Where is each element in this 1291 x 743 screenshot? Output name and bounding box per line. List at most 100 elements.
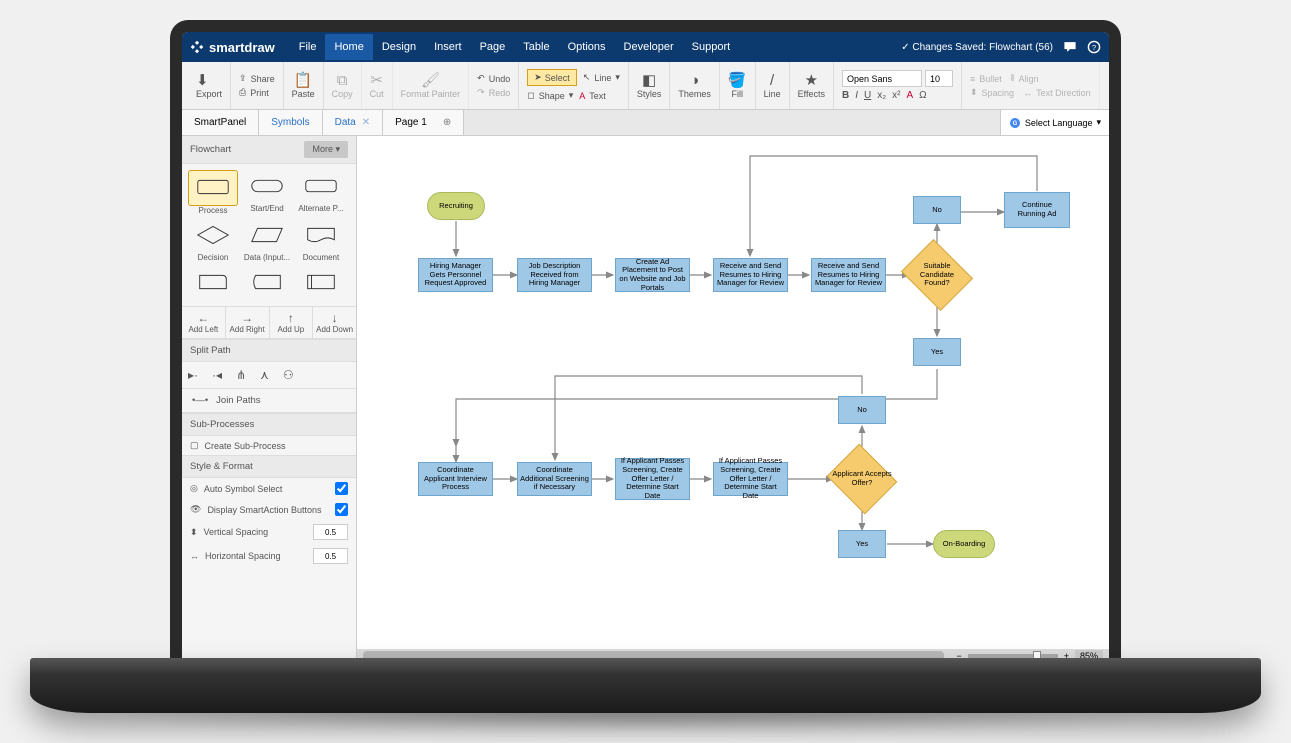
shape-extra1[interactable] — [188, 266, 238, 300]
spacing-button[interactable]: ⬍ Spacing ↔ Text Direction — [970, 86, 1091, 99]
node-p4[interactable]: Receive and Send Resumes to Hiring Manag… — [713, 258, 788, 292]
sub-process-icon: ▢ — [190, 440, 199, 451]
add-left-button[interactable]: ←Add Left — [182, 307, 226, 338]
shape-extra3[interactable] — [296, 266, 346, 300]
underline-button[interactable]: U — [864, 90, 871, 101]
node-p4c[interactable]: Receive and Send Resumes to Hiring Manag… — [811, 258, 886, 292]
superscript-button[interactable]: x² — [892, 90, 900, 101]
split-tree-icon[interactable]: ⚇ — [283, 368, 294, 382]
add-right-button[interactable]: →Add Right — [226, 307, 270, 338]
bullet-button[interactable]: ≡ Bullet ⫴ Align — [970, 72, 1039, 85]
node-onboard[interactable]: On-Boarding — [933, 530, 995, 558]
node-p1[interactable]: Hiring Manager Gets Personnel Request Ap… — [418, 258, 493, 292]
node-yes2[interactable]: Yes — [838, 530, 886, 558]
split-right-icon[interactable]: ▸· — [188, 368, 198, 382]
shape-decision[interactable]: Decision — [188, 219, 238, 262]
shape-start-end[interactable]: Start/End — [242, 170, 292, 215]
redo-icon: ↷ — [477, 87, 485, 98]
italic-button[interactable]: I — [855, 90, 858, 101]
menu-design[interactable]: Design — [373, 34, 425, 60]
ribbon-themes[interactable]: ◑ Themes — [670, 62, 720, 109]
display-sa-checkbox[interactable] — [335, 503, 348, 516]
split-left-icon[interactable]: ·◂ — [212, 368, 222, 382]
node-p7[interactable]: If Applicant Passes Screening, Create Of… — [615, 458, 690, 500]
tab-data[interactable]: Data✕ — [323, 110, 384, 135]
ribbon-copy[interactable]: ⧉ Copy — [324, 62, 362, 109]
shape-tool[interactable]: ◻Shape ▾ — [527, 89, 573, 102]
node-yes1[interactable]: Yes — [913, 338, 961, 366]
arrow-right-icon: → — [226, 311, 269, 325]
tab-symbols[interactable]: Symbols — [259, 110, 322, 135]
redo-button[interactable]: ↷Redo — [477, 86, 510, 99]
ribbon-line2[interactable]: / Line — [756, 62, 790, 109]
menu-home[interactable]: Home — [325, 34, 372, 60]
menu-file[interactable]: File — [290, 34, 326, 60]
node-p6[interactable]: Coordinate Additional Screening if Neces… — [517, 462, 592, 496]
menu-insert[interactable]: Insert — [425, 34, 471, 60]
shape-process[interactable]: Process — [188, 170, 238, 215]
text-tool[interactable]: AText — [579, 90, 606, 102]
node-p3[interactable]: Create Ad Placement to Post on Website a… — [615, 258, 690, 292]
menu-developer[interactable]: Developer — [615, 34, 683, 60]
shape-document[interactable]: Document — [296, 219, 346, 262]
menu-page[interactable]: Page — [471, 34, 515, 60]
select-tool[interactable]: ➤ Select — [527, 69, 577, 86]
join-paths-row[interactable]: •—• Join Paths — [182, 388, 356, 413]
node-recruiting[interactable]: Recruiting — [427, 192, 485, 220]
menu-support[interactable]: Support — [683, 34, 740, 60]
ribbon-styles[interactable]: ◧ Styles — [629, 62, 671, 109]
shape-alternate[interactable]: Alternate P... — [296, 170, 346, 215]
add-down-button[interactable]: ↓Add Down — [313, 307, 356, 338]
symbol-button[interactable]: Ω — [919, 90, 926, 101]
ribbon-effects[interactable]: ★ Effects — [790, 62, 834, 109]
h-spacing-icon: ↔ — [190, 551, 199, 561]
menu-options[interactable]: Options — [559, 34, 615, 60]
close-icon[interactable]: ✕ — [362, 117, 370, 128]
subscript-button[interactable]: x₂ — [877, 90, 886, 101]
ribbon-font-group: B I U x₂ x² A Ω — [834, 62, 962, 109]
add-up-button[interactable]: ↑Add Up — [270, 307, 314, 338]
fill-icon: 🪣 — [728, 73, 747, 88]
h-spacing-input[interactable] — [313, 548, 348, 564]
split-path-header: Split Path — [182, 339, 356, 362]
node-p2[interactable]: Job Description Received from Hiring Man… — [517, 258, 592, 292]
export-icon[interactable]: ⬇ — [196, 73, 209, 88]
print-button[interactable]: ⎙Print — [239, 86, 269, 99]
node-cont[interactable]: Continue Running Ad — [1004, 192, 1070, 228]
node-p7b[interactable]: If Applicant Passes Screening, Create Of… — [713, 462, 788, 496]
chevron-down-icon: ▾ — [1096, 117, 1101, 128]
split-y-icon[interactable]: ⋏ — [260, 368, 269, 382]
ribbon-cut[interactable]: ✂ Cut — [362, 62, 393, 109]
font-family-select[interactable] — [842, 70, 922, 87]
node-p5[interactable]: Coordinate Applicant Interview Process — [418, 462, 493, 496]
line-tool[interactable]: ↖Line ▾ — [583, 71, 620, 84]
undo-button[interactable]: ↶Undo — [477, 72, 510, 85]
font-color-button[interactable]: A — [906, 90, 913, 101]
ribbon-paste[interactable]: 📋 Paste — [284, 62, 324, 109]
help-icon[interactable]: ? — [1087, 40, 1101, 54]
bold-button[interactable]: B — [842, 90, 849, 101]
tab-page1[interactable]: Page 1⊕ — [383, 110, 464, 135]
ribbon: ⬇ Export ⇪Share ⎙Print 📋 Paste ⧉ Copy ✂ — [182, 62, 1109, 110]
shape-extra2[interactable] — [242, 266, 292, 300]
ribbon-format-painter[interactable]: 🖌 Format Painter — [393, 62, 470, 109]
more-button[interactable]: More ▾ — [304, 141, 348, 158]
shape-data[interactable]: Data (Input... — [242, 219, 292, 262]
v-spacing-input[interactable] — [313, 524, 348, 540]
share-button[interactable]: ⇪Share — [239, 72, 275, 85]
split-v-icon[interactable]: ⋔ — [236, 368, 246, 382]
font-size-select[interactable] — [925, 70, 953, 87]
node-d1-shape[interactable] — [901, 239, 973, 311]
canvas[interactable]: Recruiting Hiring Manager Gets Personnel… — [357, 136, 1109, 649]
ribbon-fill[interactable]: 🪣 Fill — [720, 62, 756, 109]
language-selector[interactable]: G Select Language ▾ — [1000, 110, 1109, 135]
auto-symbol-checkbox[interactable] — [335, 482, 348, 495]
create-sub-process-button[interactable]: ▢ Create Sub-Process — [182, 436, 356, 455]
node-no1[interactable]: No — [913, 196, 961, 224]
chat-icon[interactable] — [1063, 40, 1077, 54]
add-page-icon[interactable]: ⊕ — [443, 117, 451, 128]
node-no2[interactable]: No — [838, 396, 886, 424]
menu-table[interactable]: Table — [514, 34, 558, 60]
tab-smartpanel[interactable]: SmartPanel — [182, 110, 259, 135]
node-d2-shape[interactable] — [827, 444, 898, 515]
